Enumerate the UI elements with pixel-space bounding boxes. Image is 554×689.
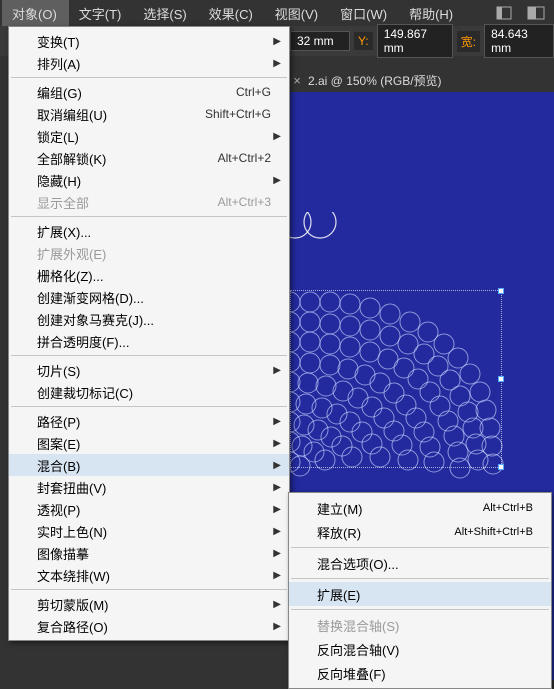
y-label: Y: — [354, 32, 373, 50]
menu-slice[interactable]: 切片(S)▶ — [9, 359, 289, 381]
submenu-arrow-icon: ▶ — [273, 570, 281, 581]
menu-text-wrap[interactable]: 文本绕排(W)▶ — [9, 564, 289, 586]
submenu-arrow-icon: ▶ — [273, 131, 281, 142]
menu-lock[interactable]: 锁定(L)▶ — [9, 125, 289, 147]
menu-trim-marks[interactable]: 创建裁切标记(C) — [9, 381, 289, 403]
menu-expand[interactable]: 扩展(X)... — [9, 220, 289, 242]
submenu-make[interactable]: 建立(M)Alt+Ctrl+B — [289, 496, 551, 520]
y-value[interactable]: 149.867 mm — [377, 24, 453, 58]
menu-unlock-all[interactable]: 全部解锁(K)Alt+Ctrl+2 — [9, 147, 289, 169]
menu-perspective[interactable]: 透视(P)▶ — [9, 498, 289, 520]
menu-group[interactable]: 编组(G)Ctrl+G — [9, 81, 289, 103]
blend-submenu: 建立(M)Alt+Ctrl+B 释放(R)Alt+Shift+Ctrl+B 混合… — [288, 492, 552, 689]
x-value-tail[interactable]: 32 mm — [290, 31, 350, 51]
menu-select[interactable]: 选择(S) — [133, 0, 198, 27]
document-tab[interactable]: 2.ai @ 150% (RGB/预览) — [304, 72, 446, 89]
menu-transform[interactable]: 变换(T)▶ — [9, 30, 289, 52]
submenu-arrow-icon: ▶ — [273, 58, 281, 69]
submenu-arrow-icon: ▶ — [273, 621, 281, 632]
menu-compound-path[interactable]: 复合路径(O)▶ — [9, 615, 289, 637]
menu-view[interactable]: 视图(V) — [265, 0, 330, 27]
menu-ungroup[interactable]: 取消编组(U)Shift+Ctrl+G — [9, 103, 289, 125]
submenu-reverse-front[interactable]: 反向堆叠(F) — [289, 661, 551, 685]
submenu-arrow-icon: ▶ — [273, 416, 281, 427]
selection-handle[interactable] — [498, 288, 504, 294]
menu-separator — [11, 216, 287, 217]
menu-hide[interactable]: 隐藏(H)▶ — [9, 169, 289, 191]
submenu-blend-options[interactable]: 混合选项(O)... — [289, 551, 551, 575]
menu-path[interactable]: 路径(P)▶ — [9, 410, 289, 432]
menu-separator — [291, 578, 549, 579]
menu-separator — [11, 77, 287, 78]
submenu-arrow-icon: ▶ — [273, 175, 281, 186]
menu-help[interactable]: 帮助(H) — [399, 0, 465, 27]
menu-separator — [11, 589, 287, 590]
menu-show-all: 显示全部Alt+Ctrl+3 — [9, 191, 289, 213]
submenu-arrow-icon: ▶ — [273, 36, 281, 47]
menu-image-trace[interactable]: 图像描摹▶ — [9, 542, 289, 564]
menu-flatten[interactable]: 拼合透明度(F)... — [9, 330, 289, 352]
layout-icon[interactable] — [492, 3, 516, 23]
submenu-arrow-icon: ▶ — [273, 460, 281, 471]
selection-handle[interactable] — [498, 376, 504, 382]
shortcut-text: Alt+Ctrl+2 — [218, 151, 271, 165]
selection-handle[interactable] — [498, 464, 504, 470]
close-tab-icon[interactable]: × — [290, 73, 304, 88]
submenu-arrow-icon: ▶ — [273, 438, 281, 449]
menu-expand-appearance: 扩展外观(E) — [9, 242, 289, 264]
object-menu-dropdown: 变换(T)▶ 排列(A)▶ 编组(G)Ctrl+G 取消编组(U)Shift+C… — [8, 26, 290, 641]
shortcut-text: Ctrl+G — [236, 85, 271, 99]
menu-effect[interactable]: 效果(C) — [199, 0, 265, 27]
document-tabs: × 2.ai @ 150% (RGB/预览) — [290, 68, 554, 92]
menu-type[interactable]: 文字(T) — [69, 0, 134, 27]
menu-rasterize[interactable]: 栅格化(Z)... — [9, 264, 289, 286]
width-label: 宽: — [457, 31, 480, 52]
shortcut-text: Alt+Shift+Ctrl+B — [454, 526, 533, 538]
arrange-icon[interactable]: ▾ — [524, 3, 548, 23]
shortcut-text: Shift+Ctrl+G — [205, 107, 271, 121]
menu-live-paint[interactable]: 实时上色(N)▶ — [9, 520, 289, 542]
submenu-arrow-icon: ▶ — [273, 526, 281, 537]
menu-blend[interactable]: 混合(B)▶ — [9, 454, 289, 476]
menu-gradient-mesh[interactable]: 创建渐变网格(D)... — [9, 286, 289, 308]
menu-separator — [291, 609, 549, 610]
menu-separator — [11, 406, 287, 407]
menu-window[interactable]: 窗口(W) — [330, 0, 399, 27]
menu-object-mosaic[interactable]: 创建对象马赛克(J)... — [9, 308, 289, 330]
submenu-arrow-icon: ▶ — [273, 504, 281, 515]
menu-object[interactable]: 对象(O) — [2, 0, 69, 27]
menu-separator — [11, 355, 287, 356]
menu-envelope[interactable]: 封套扭曲(V)▶ — [9, 476, 289, 498]
menu-separator — [291, 547, 549, 548]
submenu-release[interactable]: 释放(R)Alt+Shift+Ctrl+B — [289, 520, 551, 544]
submenu-reverse-spine[interactable]: 反向混合轴(V) — [289, 637, 551, 661]
submenu-expand[interactable]: 扩展(E) — [289, 582, 551, 606]
menu-arrange[interactable]: 排列(A)▶ — [9, 52, 289, 74]
submenu-arrow-icon: ▶ — [273, 482, 281, 493]
menu-clipping-mask[interactable]: 剪切蒙版(M)▶ — [9, 593, 289, 615]
submenu-arrow-icon: ▶ — [273, 365, 281, 376]
selection-bounding-box[interactable] — [290, 290, 502, 468]
menu-bar: 对象(O) 文字(T) 选择(S) 效果(C) 视图(V) 窗口(W) 帮助(H… — [0, 0, 554, 26]
submenu-replace-spine: 替换混合轴(S) — [289, 613, 551, 637]
menu-pattern[interactable]: 图案(E)▶ — [9, 432, 289, 454]
shortcut-text: Alt+Ctrl+B — [483, 502, 533, 514]
submenu-arrow-icon: ▶ — [273, 599, 281, 610]
submenu-arrow-icon: ▶ — [273, 548, 281, 559]
shortcut-text: Alt+Ctrl+3 — [218, 195, 271, 209]
width-value[interactable]: 84.643 mm — [484, 24, 554, 58]
